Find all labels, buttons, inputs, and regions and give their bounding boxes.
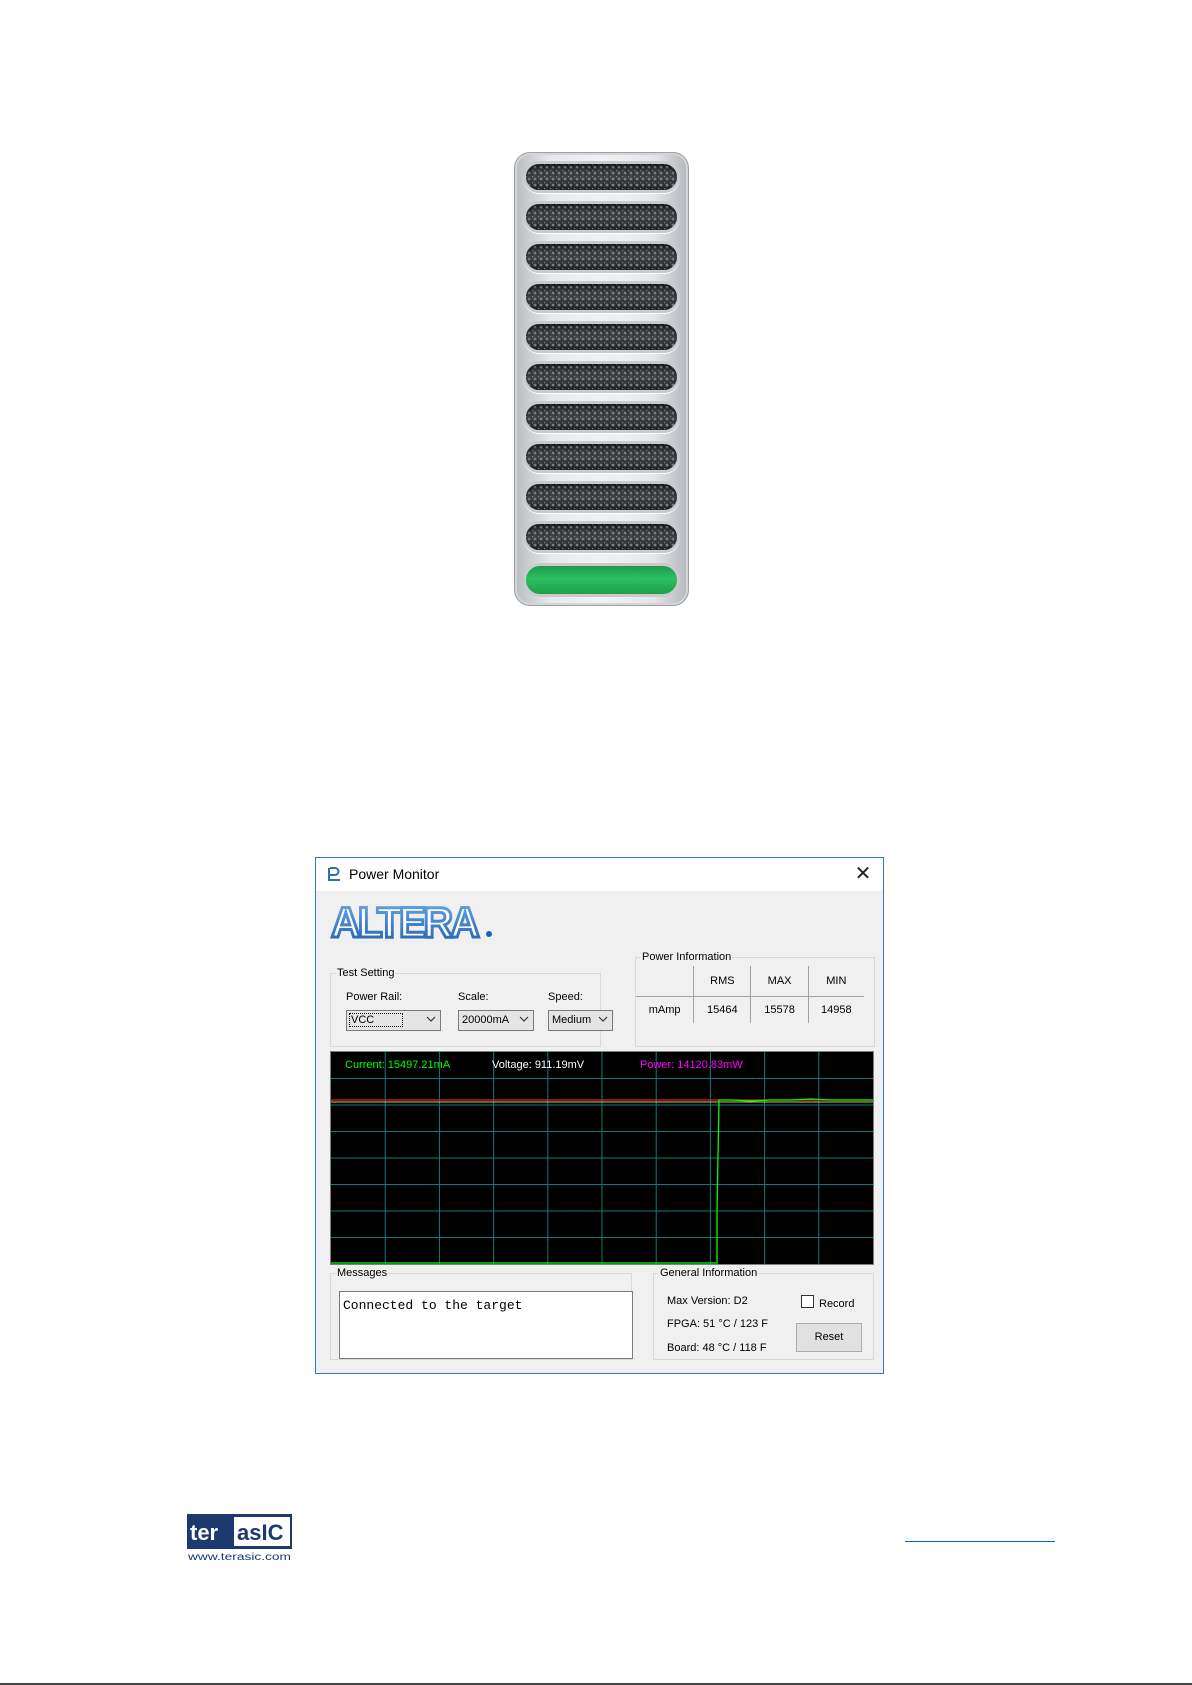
waveform-svg (331, 1052, 873, 1264)
scale-select[interactable]: 20000mA (458, 1010, 534, 1031)
general-information-legend: General Information (660, 1267, 758, 1279)
fan-panel-photo (514, 152, 689, 606)
record-label: Record (819, 1298, 855, 1310)
chevron-down-icon (598, 1016, 608, 1022)
rms-value: 15464 (693, 996, 751, 1023)
test-setting-legend: Test Setting (337, 967, 395, 979)
table-row: mAmp 15464 15578 14958 (636, 996, 864, 1023)
voltage-readout: Voltage: 911.19mV (492, 1059, 585, 1071)
fan-vent (523, 441, 680, 473)
speed-label: Speed: (548, 991, 583, 1003)
chevron-down-icon (519, 1016, 529, 1022)
terasic-logo: ter asIC www.terasic.com (187, 1514, 292, 1562)
title-bar: Power Monitor ✕ (316, 858, 883, 891)
close-icon: ✕ (854, 863, 872, 885)
fan-vent (523, 281, 680, 313)
messages-legend: Messages (337, 1267, 388, 1279)
column-header-min: MIN (807, 966, 864, 997)
current-readout: Current: 15497.21mA (345, 1059, 451, 1071)
app-icon (328, 867, 340, 881)
scale-value: 20000mA (462, 1014, 510, 1026)
power-information-legend: Power Information (642, 951, 732, 963)
table-corner-cell (636, 966, 694, 997)
column-header-rms: RMS (693, 966, 751, 997)
messages-textbox[interactable]: Connected to the target (339, 1291, 633, 1359)
max-value: 15578 (750, 996, 809, 1023)
power-information-table: RMS MAX MIN mAmp 15464 15578 14958 (636, 966, 864, 1023)
svg-text:ter: ter (190, 1520, 219, 1545)
power-readout: Power: 14120.83mW (640, 1059, 743, 1071)
fan-vent (523, 201, 680, 233)
close-button[interactable]: ✕ (843, 858, 883, 891)
fan-vent (523, 321, 680, 353)
fan-vent (523, 481, 680, 513)
speed-select[interactable]: Medium (548, 1010, 613, 1031)
fan-vent (523, 361, 680, 393)
altera-logo: ALTERA (330, 901, 492, 943)
window-title: Power Monitor (349, 866, 440, 882)
fan-vent (523, 521, 680, 553)
record-checkbox[interactable] (801, 1295, 814, 1308)
fan-vent (523, 161, 680, 193)
fan-vent (523, 241, 680, 273)
column-header-max: MAX (750, 966, 809, 997)
max-version-text: Max Version: D2 (667, 1295, 748, 1307)
min-value: 14958 (807, 996, 864, 1023)
test-setting-group: Test Setting (330, 967, 601, 1047)
chevron-down-icon (426, 1016, 436, 1022)
speed-value: Medium (552, 1014, 592, 1026)
power-monitor-window: Power Monitor ✕ ALTERA Test Setting Powe… (315, 857, 884, 1374)
svg-text:asIC: asIC (237, 1520, 284, 1545)
power-rail-select[interactable]: VCC (346, 1010, 441, 1031)
altera-logo-text: ALTERA (331, 901, 479, 943)
footer-link-underline[interactable] (905, 1540, 1055, 1542)
power-rail-value: VCC (349, 1013, 404, 1027)
message-text: Connected to the target (343, 1298, 523, 1313)
reset-button[interactable]: Reset (796, 1323, 862, 1352)
scale-label: Scale: (458, 991, 489, 1003)
table-header-row: RMS MAX MIN (636, 966, 864, 997)
fpga-temperature-text: FPGA: 51 °C / 123 F (667, 1318, 768, 1330)
plot-grid (331, 1052, 873, 1264)
terasic-url-text: www.terasic.com (187, 1552, 291, 1562)
board-temperature-text: Board: 48 °C / 118 F (667, 1342, 767, 1354)
fan-vent (523, 401, 680, 433)
power-waveform-plot: Current: 15497.21mA Voltage: 911.19mV Po… (330, 1051, 874, 1265)
status-led-bar (523, 563, 680, 597)
row-label-mamp: mAmp (648, 1004, 681, 1016)
power-rail-label: Power Rail: (346, 991, 403, 1003)
